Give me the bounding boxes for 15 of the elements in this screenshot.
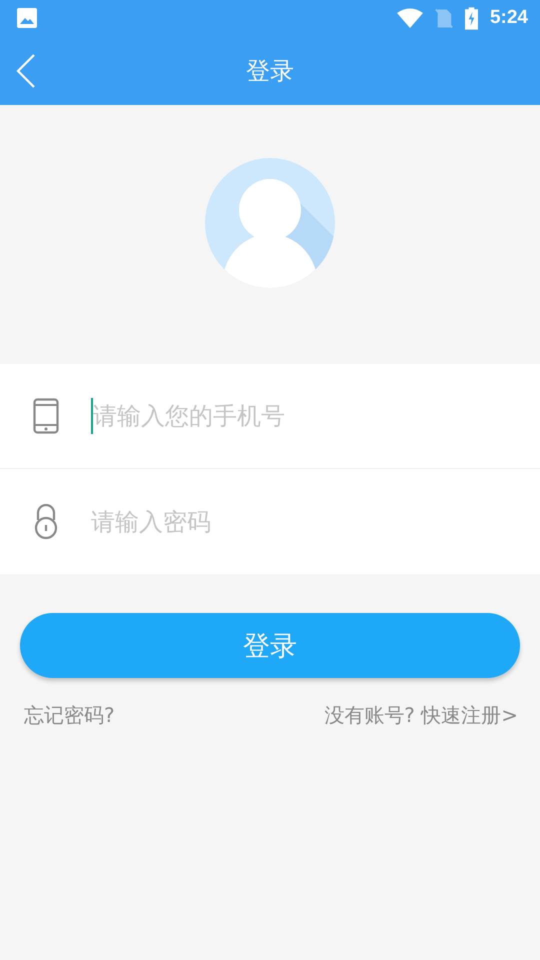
lock-icon [34,504,58,540]
password-field[interactable]: 请输入密码 [91,508,540,536]
no-sim-icon [434,8,453,28]
login-button[interactable]: 登录 [20,613,520,678]
status-time: 5:24 [490,7,528,29]
page-title: 登录 [246,56,294,86]
phone-field[interactable]: 请输入您的手机号 [93,402,540,430]
register-link[interactable]: 没有账号? 快速注册> [324,702,518,729]
battery-charging-icon [464,6,478,30]
back-icon[interactable] [16,53,36,89]
wifi-icon [396,8,423,28]
avatar-icon [205,158,335,288]
forgot-password-link[interactable]: 忘记密码? [24,702,115,729]
image-icon [17,8,37,28]
phone-icon [32,398,58,434]
